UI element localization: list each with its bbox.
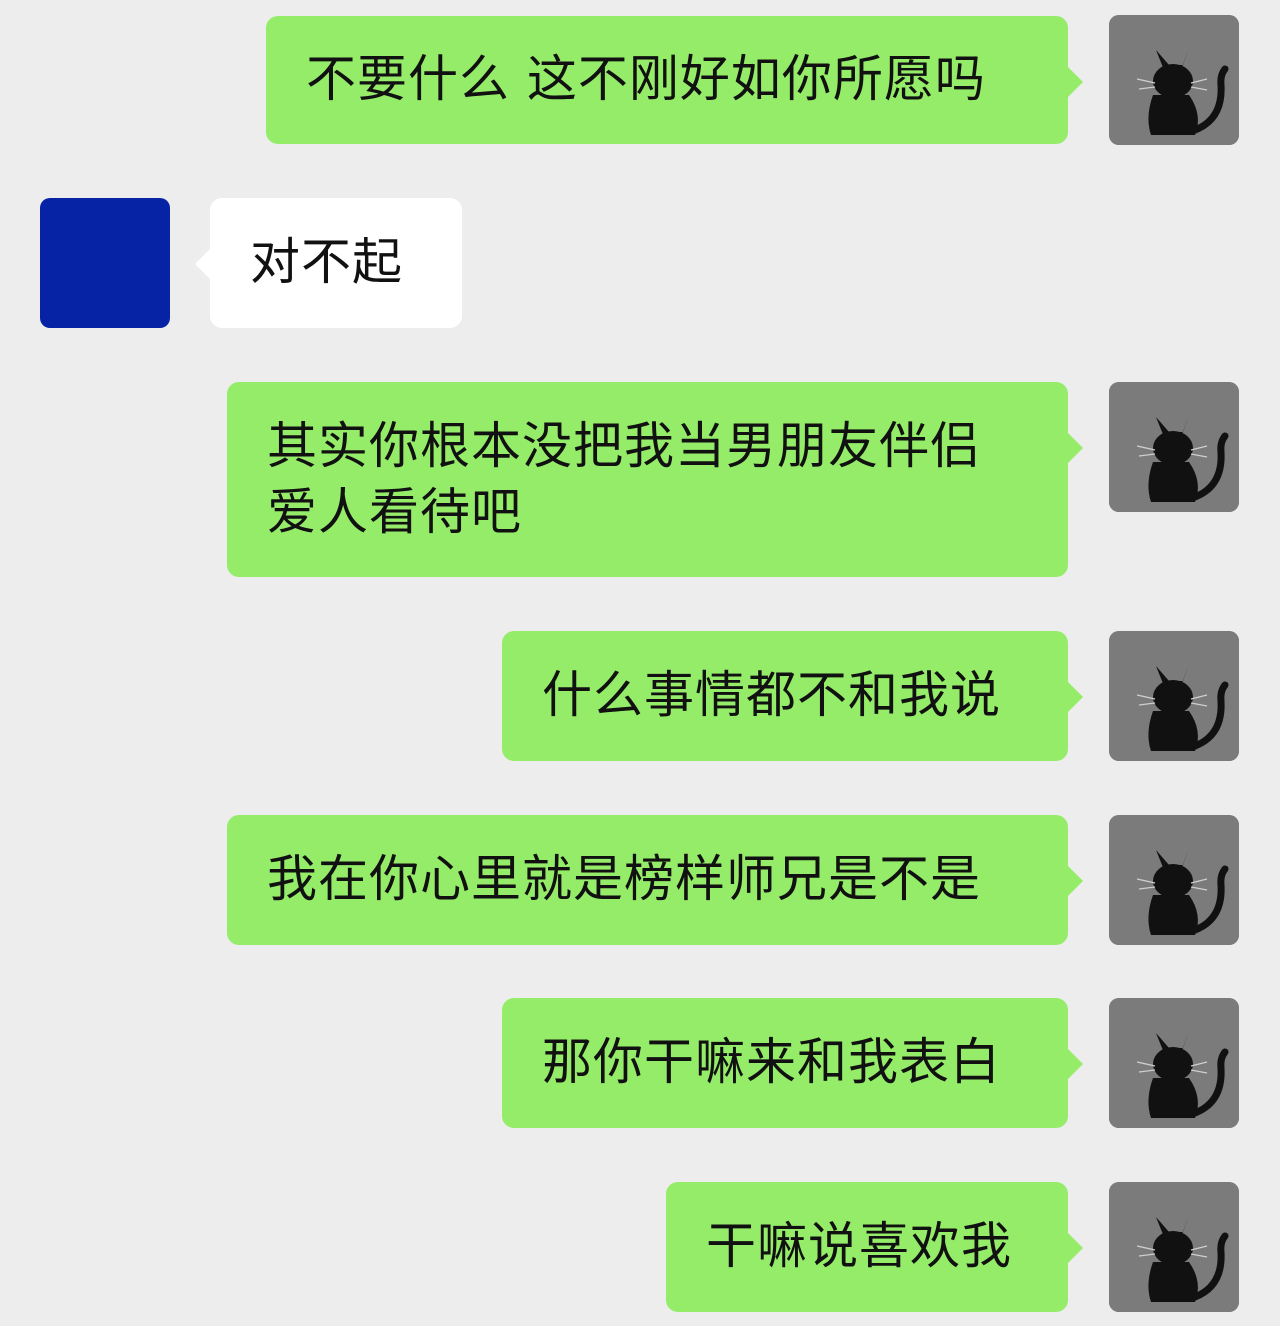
- black-cat-icon: [1109, 382, 1239, 512]
- message-bubble-outgoing[interactable]: 不要什么 这不刚好如你所愿吗: [266, 16, 1083, 144]
- black-cat-icon: [1109, 15, 1239, 145]
- avatar[interactable]: [1109, 631, 1239, 761]
- message-text: 对不起: [250, 233, 403, 291]
- message-text: 那你干嘛来和我表白: [542, 1033, 1001, 1091]
- avatar[interactable]: [1109, 815, 1239, 945]
- message-bubble-outgoing[interactable]: 干嘛说喜欢我: [666, 1182, 1083, 1312]
- avatar[interactable]: [1109, 382, 1239, 512]
- message-bubble-incoming[interactable]: 对不起: [195, 198, 462, 328]
- message-bubble-outgoing[interactable]: 那你干嘛来和我表白: [502, 998, 1083, 1128]
- black-cat-icon: [1109, 815, 1239, 945]
- message-text: 干嘛说喜欢我: [706, 1217, 1012, 1275]
- message-text: 什么事情都不和我说: [542, 666, 1001, 724]
- black-cat-icon: [1109, 631, 1239, 761]
- avatar[interactable]: [40, 198, 170, 328]
- avatar[interactable]: [1109, 15, 1239, 145]
- message-bubble-outgoing[interactable]: 其实你根本没把我当男朋友伴侣 爱人看待吧: [227, 382, 1083, 577]
- avatar[interactable]: [1109, 998, 1239, 1128]
- message-text: 其实你根本没把我当男朋友伴侣 爱人看待吧: [267, 417, 981, 541]
- avatar[interactable]: [1109, 1182, 1239, 1312]
- message-text: 我在你心里就是榜样师兄是不是: [267, 850, 981, 908]
- message-bubble-outgoing[interactable]: 我在你心里就是榜样师兄是不是: [227, 815, 1083, 945]
- message-text: 不要什么 这不刚好如你所愿吗: [306, 50, 986, 108]
- black-cat-icon: [1109, 1182, 1239, 1312]
- black-cat-icon: [1109, 998, 1239, 1128]
- message-bubble-outgoing[interactable]: 什么事情都不和我说: [502, 631, 1083, 761]
